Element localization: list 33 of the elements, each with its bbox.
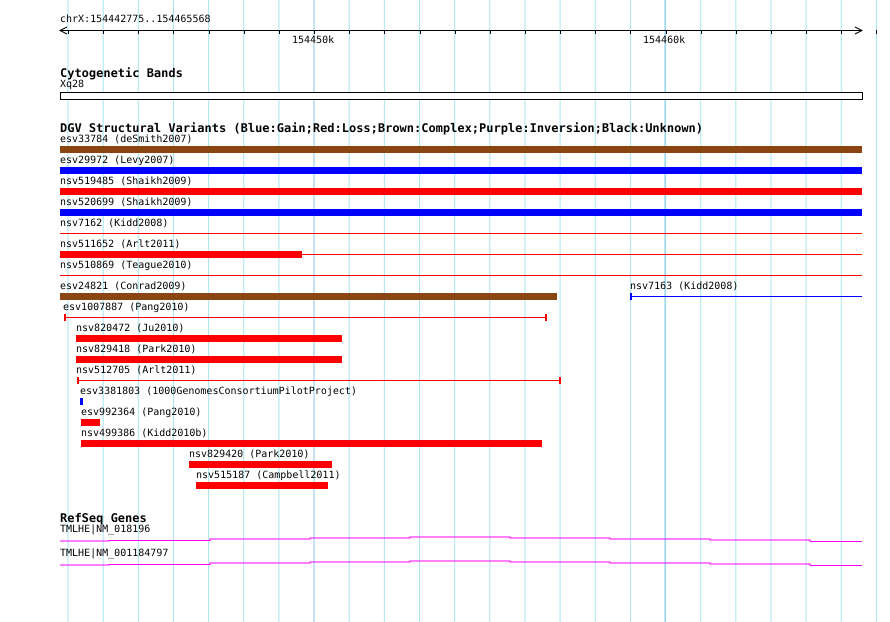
tick-label: 154450k: [292, 35, 334, 47]
variant-label[interactable]: nsv515187 (Campbell2011): [196, 470, 340, 482]
variant-label[interactable]: esv1007887 (Pang2010): [63, 302, 190, 314]
variant-bar[interactable]: [60, 251, 862, 258]
track-title: Cytogenetic Bands: [60, 67, 183, 79]
transcript-line[interactable]: [60, 536, 862, 542]
variant-label[interactable]: esv3381803 (1000GenomesConsortiumPilotProject): [80, 386, 357, 398]
variant-label[interactable]: nsv511652 (Arlt2011): [60, 239, 180, 251]
gene-label[interactable]: TMLHE|NM_001184797: [60, 548, 168, 560]
variant-label[interactable]: nsv829420 (Park2010): [189, 449, 310, 461]
variant-label[interactable]: nsv499386 (Kidd2010b): [81, 428, 208, 440]
variant-label[interactable]: nsv520699 (Shaikh2009): [60, 197, 192, 209]
variant-bar[interactable]: [64, 314, 547, 321]
band-label: Xq28: [60, 79, 84, 91]
variant-label[interactable]: nsv820472 (Ju2010): [76, 323, 184, 335]
transcript-line[interactable]: [60, 560, 862, 566]
variant-label[interactable]: nsv519485 (Shaikh2009): [60, 176, 192, 188]
variant-label[interactable]: nsv7163 (Kidd2008): [630, 281, 738, 293]
tick-label: 154460k: [643, 35, 686, 47]
variant-label[interactable]: nsv7162 (Kidd2008): [60, 218, 168, 230]
track-title: DGV Structural Variants (Blue:Gain;Red:Loss;Brown:Complex;Purple:Inversion;Black:Unknown): [60, 122, 703, 134]
track-title: RefSeq Genes: [60, 512, 147, 524]
variant-label[interactable]: nsv510869 (Teague2010): [60, 260, 192, 272]
variant-label[interactable]: esv29972 (Levy2007): [60, 155, 174, 167]
variant-bar[interactable]: [630, 293, 862, 300]
variant-label[interactable]: esv992364 (Pang2010): [81, 407, 202, 419]
variant-bar[interactable]: [77, 377, 561, 384]
variant-label[interactable]: esv24821 (Conrad2009): [60, 281, 186, 293]
region-label: chrX:154442775..154465568: [60, 14, 211, 26]
variant-label[interactable]: nsv512705 (Arlt2011): [76, 365, 196, 377]
gene-label[interactable]: TMLHE|NM_018196: [60, 524, 150, 536]
variant-label[interactable]: esv33784 (deSmith2007): [60, 134, 192, 146]
variant-label[interactable]: nsv829418 (Park2010): [76, 344, 196, 356]
